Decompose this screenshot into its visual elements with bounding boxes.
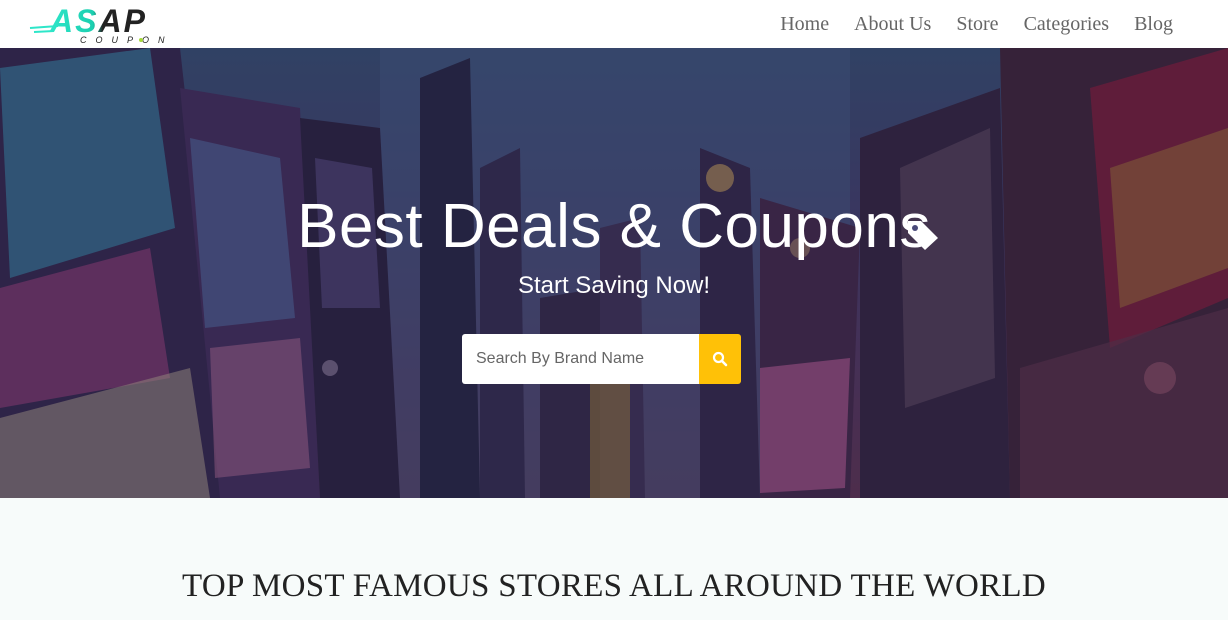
search-icon: [712, 351, 728, 367]
hero-subtitle: Start Saving Now!: [517, 272, 711, 299]
nav-home[interactable]: Home: [780, 13, 829, 36]
hero-banner: Best Deals & Coupons Start Saving Now!: [0, 48, 1228, 498]
site-header: ASAP COUPON Home About Us Store Categori…: [0, 0, 1228, 48]
nav-about-us[interactable]: About Us: [854, 13, 931, 36]
tag-icon: [908, 221, 938, 250]
nav-store[interactable]: Store: [956, 13, 998, 36]
brand-search: [462, 334, 741, 384]
hero-title: Best Deals & Coupons: [297, 192, 931, 261]
main-nav: Home About Us Store Categories Blog: [755, 0, 1173, 48]
search-button[interactable]: [699, 334, 741, 384]
logo-text: ASAP: [49, 4, 147, 39]
famous-stores-heading: TOP MOST FAMOUS STORES ALL AROUND THE WO…: [181, 568, 1046, 604]
nav-categories[interactable]: Categories: [1024, 13, 1110, 36]
brand-search-input[interactable]: [462, 334, 699, 384]
logo-subtext: COUPON: [80, 35, 174, 44]
nav-blog[interactable]: Blog: [1134, 13, 1173, 36]
site-logo[interactable]: ASAP COUPON: [28, 4, 208, 44]
